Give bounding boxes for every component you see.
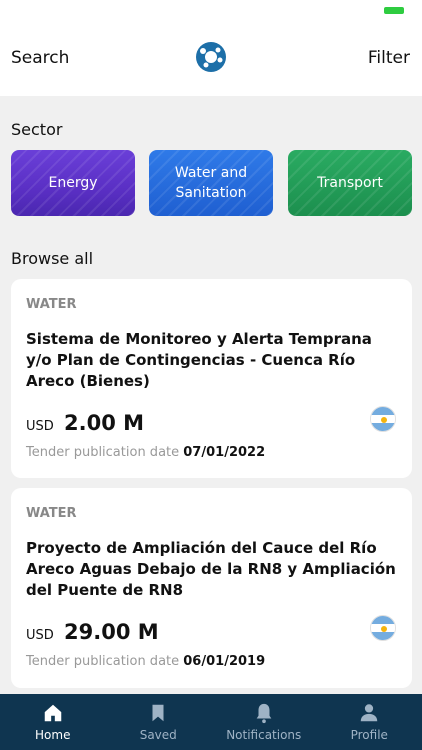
tender-currency: USD <box>26 628 54 643</box>
tender-date-label: Tender publication date <box>26 445 180 460</box>
tender-amount: 2.00 M <box>64 411 145 435</box>
home-icon <box>44 704 61 722</box>
tab-notifications[interactable]: Notifications <box>211 694 317 750</box>
tab-profile[interactable]: Profile <box>317 694 422 750</box>
browse-heading: Browse all <box>11 249 94 268</box>
tender-date-row: Tender publication date 07/01/2022 <box>26 445 265 460</box>
tender-title: Proyecto de Ampliación del Cauce del Río… <box>26 539 396 599</box>
sector-label: Energy <box>48 175 98 191</box>
tender-amount: 29.00 M <box>64 620 159 644</box>
person-icon <box>361 704 378 722</box>
tender-date-row: Tender publication date 06/01/2019 <box>26 654 265 669</box>
tender-date: 07/01/2022 <box>183 445 266 460</box>
tab-saved[interactable]: Saved <box>106 694 212 750</box>
battery-icon <box>384 7 404 14</box>
tab-label: Saved <box>139 728 177 742</box>
sector-heading: Sector <box>11 120 63 139</box>
argentina-flag-icon <box>370 615 396 641</box>
filter-button[interactable]: Filter <box>368 48 410 68</box>
tab-home[interactable]: Home <box>0 694 106 750</box>
top-bar: Search Filter <box>0 30 422 96</box>
tender-date-label: Tender publication date <box>26 654 180 669</box>
sector-label: Water and Sanitation <box>174 165 248 201</box>
tab-label: Home <box>35 728 71 742</box>
tender-card[interactable]: WATER Proyecto de Ampliación del Cauce d… <box>11 488 412 688</box>
search-button[interactable]: Search <box>11 48 69 68</box>
tender-date: 06/01/2019 <box>183 654 266 669</box>
tab-label: Notifications <box>226 728 302 742</box>
tender-title: Sistema de Monitoreo y Alerta Temprana y… <box>26 330 372 390</box>
tender-sector: WATER <box>26 506 77 521</box>
sector-label: Transport <box>317 175 383 191</box>
tender-card[interactable]: WATER Sistema de Monitoreo y Alerta Temp… <box>11 279 412 478</box>
tab-label: Profile <box>350 728 388 742</box>
bell-icon <box>256 703 272 724</box>
status-bar <box>0 0 422 30</box>
argentina-flag-icon <box>370 406 396 432</box>
bottom-tab-bar: Home Saved Notifications Profile <box>0 694 422 750</box>
app-logo-icon <box>196 42 226 72</box>
tender-currency: USD <box>26 419 54 434</box>
sector-energy[interactable]: Energy <box>11 150 135 216</box>
bookmark-icon <box>152 704 164 722</box>
sector-transport[interactable]: Transport <box>288 150 412 216</box>
tender-sector: WATER <box>26 297 77 312</box>
sector-water-sanitation[interactable]: Water and Sanitation <box>149 150 273 216</box>
